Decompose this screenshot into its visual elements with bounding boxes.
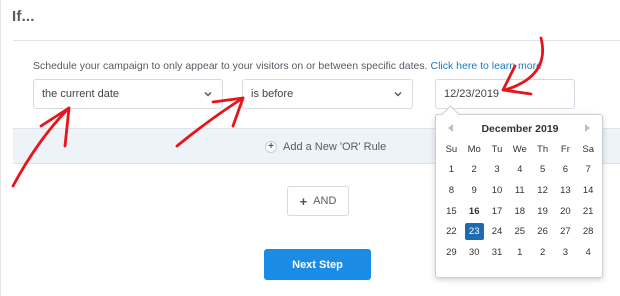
calendar-day[interactable]: 5: [531, 160, 554, 181]
calendar-day[interactable]: 1: [440, 160, 463, 181]
next-step-button[interactable]: Next Step: [264, 249, 371, 280]
plus-icon: +: [299, 193, 308, 209]
calendar-day[interactable]: 8: [440, 180, 463, 201]
weekday-header: Mo: [467, 143, 481, 155]
weekday-header: Sa: [582, 143, 594, 155]
calendar-day[interactable]: 7: [577, 160, 600, 181]
weekday-header: Th: [537, 143, 549, 155]
operator-select-value: is before: [251, 88, 294, 100]
date-input[interactable]: 12/23/2019: [435, 79, 575, 109]
calendar-day[interactable]: 4: [508, 160, 531, 181]
calendar-day[interactable]: 25: [508, 221, 531, 242]
calendar-day[interactable]: 17: [486, 201, 509, 222]
weekday-header: Tu: [491, 143, 503, 155]
calendar-day[interactable]: 24: [486, 221, 509, 242]
calendar-day[interactable]: 3: [554, 242, 577, 263]
plus-icon: +: [265, 141, 277, 153]
date-picker: December 2019 Su Mo Tu We Th Fr Sa 1 2 3 4 5 6 7 8 9 10 1…: [435, 114, 603, 278]
calendar-day[interactable]: 27: [554, 221, 577, 242]
calendar-day[interactable]: 15: [440, 201, 463, 222]
rule-editor: If... Schedule your campaign to only app…: [0, 0, 620, 296]
weekday-header: Fr: [560, 143, 570, 155]
section-heading: If...: [12, 8, 35, 25]
calendar-day[interactable]: 3: [486, 160, 509, 181]
calendar-day[interactable]: 1: [508, 242, 531, 263]
learn-more-link[interactable]: Click here to learn more: [430, 60, 541, 72]
and-button-label: AND: [313, 195, 337, 207]
calendar-day[interactable]: 16: [463, 201, 486, 222]
condition-select[interactable]: the current date: [33, 79, 223, 109]
condition-select-value: the current date: [42, 88, 120, 100]
description-text: Schedule your campaign to only appear to…: [33, 60, 428, 72]
calendar-day[interactable]: 18: [508, 201, 531, 222]
calendar-day[interactable]: 30: [463, 242, 486, 263]
calendar-day[interactable]: 10: [486, 180, 509, 201]
calendar-day[interactable]: 22: [440, 221, 463, 242]
calendar-day[interactable]: 21: [577, 201, 600, 222]
chevron-down-icon: [204, 92, 212, 97]
calendar-day[interactable]: 19: [531, 201, 554, 222]
add-or-rule-label: Add a New 'OR' Rule: [283, 141, 387, 153]
calendar-day[interactable]: 2: [463, 160, 486, 181]
next-month-icon[interactable]: [585, 124, 590, 132]
calendar-month-label: December 2019: [481, 123, 559, 135]
calendar-day-selected[interactable]: 23: [464, 223, 484, 240]
calendar-day[interactable]: 13: [554, 180, 577, 201]
add-or-rule-button[interactable]: + Add a New 'OR' Rule: [265, 141, 386, 153]
operator-select[interactable]: is before: [242, 79, 413, 109]
calendar-day[interactable]: 29: [440, 242, 463, 263]
calendar-day[interactable]: 26: [531, 221, 554, 242]
calendar-day[interactable]: 9: [463, 180, 486, 201]
chevron-down-icon: [394, 92, 402, 97]
calendar-grid: Su Mo Tu We Th Fr Sa 1 2 3 4 5 6 7 8 9 10 11 12 13 14 15 16 17 1…: [440, 139, 600, 263]
calendar-day[interactable]: 4: [577, 242, 600, 263]
calendar-day[interactable]: 11: [508, 180, 531, 201]
calendar-day[interactable]: 6: [554, 160, 577, 181]
calendar-day[interactable]: 28: [577, 221, 600, 242]
and-button[interactable]: + AND: [287, 186, 349, 216]
rule-description: Schedule your campaign to only appear to…: [33, 60, 542, 72]
weekday-header: We: [512, 143, 527, 155]
calendar-day[interactable]: 31: [486, 242, 509, 263]
date-input-value: 12/23/2019: [444, 88, 500, 100]
calendar-day[interactable]: 12: [531, 180, 554, 201]
calendar-day[interactable]: 2: [531, 242, 554, 263]
calendar-day[interactable]: 14: [577, 180, 600, 201]
weekday-header: Su: [445, 143, 458, 155]
calendar-day[interactable]: 20: [554, 201, 577, 222]
